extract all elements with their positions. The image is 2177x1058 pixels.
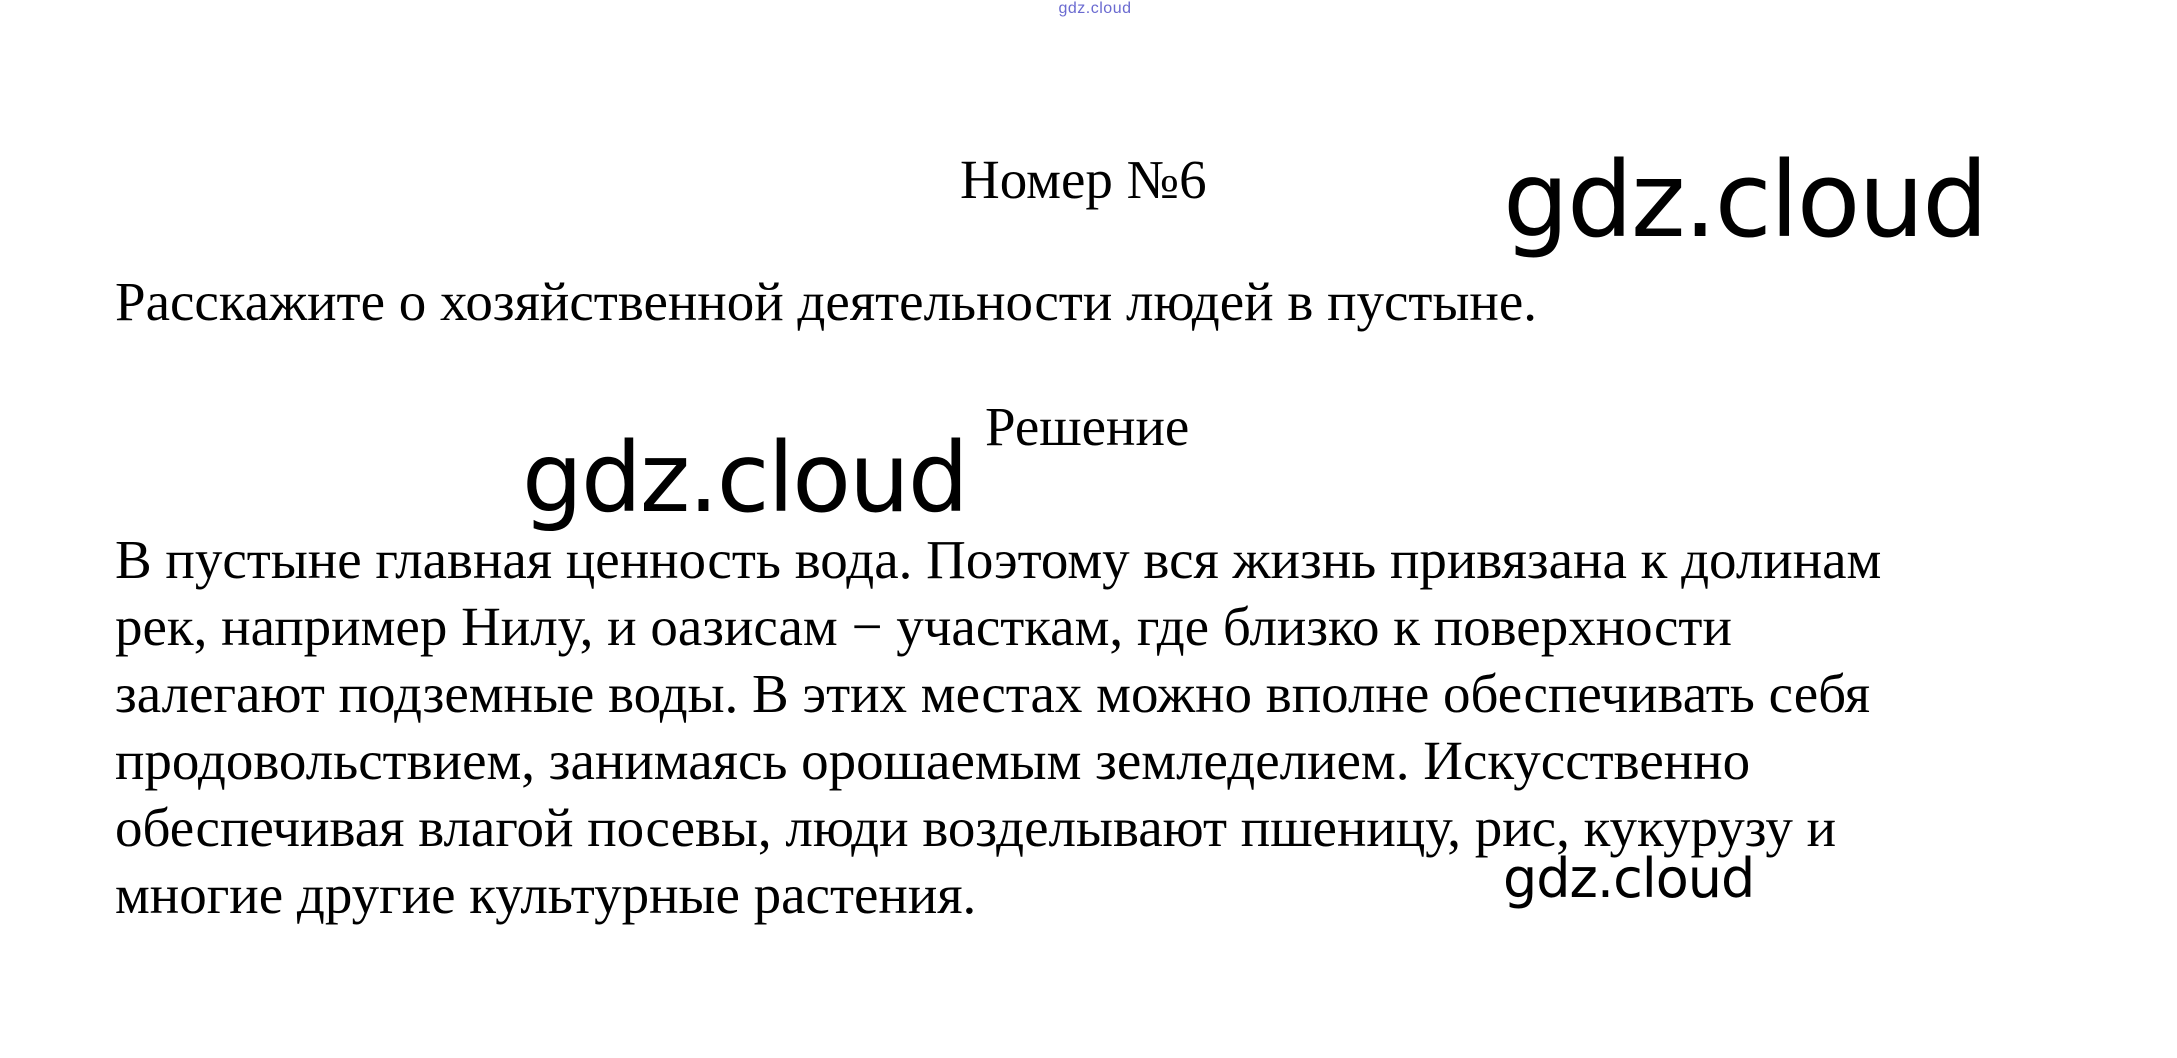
solution-heading: Решение <box>985 396 1190 457</box>
watermark-medium: gdz.cloud <box>1503 847 1755 910</box>
solution-line: В пустыне главная ценность вода. Поэтому… <box>115 529 1882 590</box>
solution-line: продовольствием, занимаясь орошаемым зем… <box>115 730 1751 791</box>
solution-line: залегают подземные воды. В этих местах м… <box>115 663 1871 724</box>
task-question: Расскажите о хозяйственной деятельности … <box>115 271 1537 332</box>
document-page: gdz.cloud Номер №6 Расскажите о хозяйств… <box>0 0 2177 1058</box>
watermark-large: gdz.cloud <box>1503 139 1988 261</box>
watermark-large: gdz.cloud <box>522 422 969 534</box>
site-watermark-small: gdz.cloud <box>1058 0 1132 17</box>
solution-line: многие другие культурные растения. <box>115 864 977 925</box>
solution-line: рек, например Нилу, и оазисам − участкам… <box>115 596 1732 657</box>
solution-text: В пустыне главная ценность вода. Поэтому… <box>115 526 2115 928</box>
solution-line: обеспечивая влагой посевы, люди возделыв… <box>115 797 1837 858</box>
task-number-heading: Номер №6 <box>960 149 1207 210</box>
